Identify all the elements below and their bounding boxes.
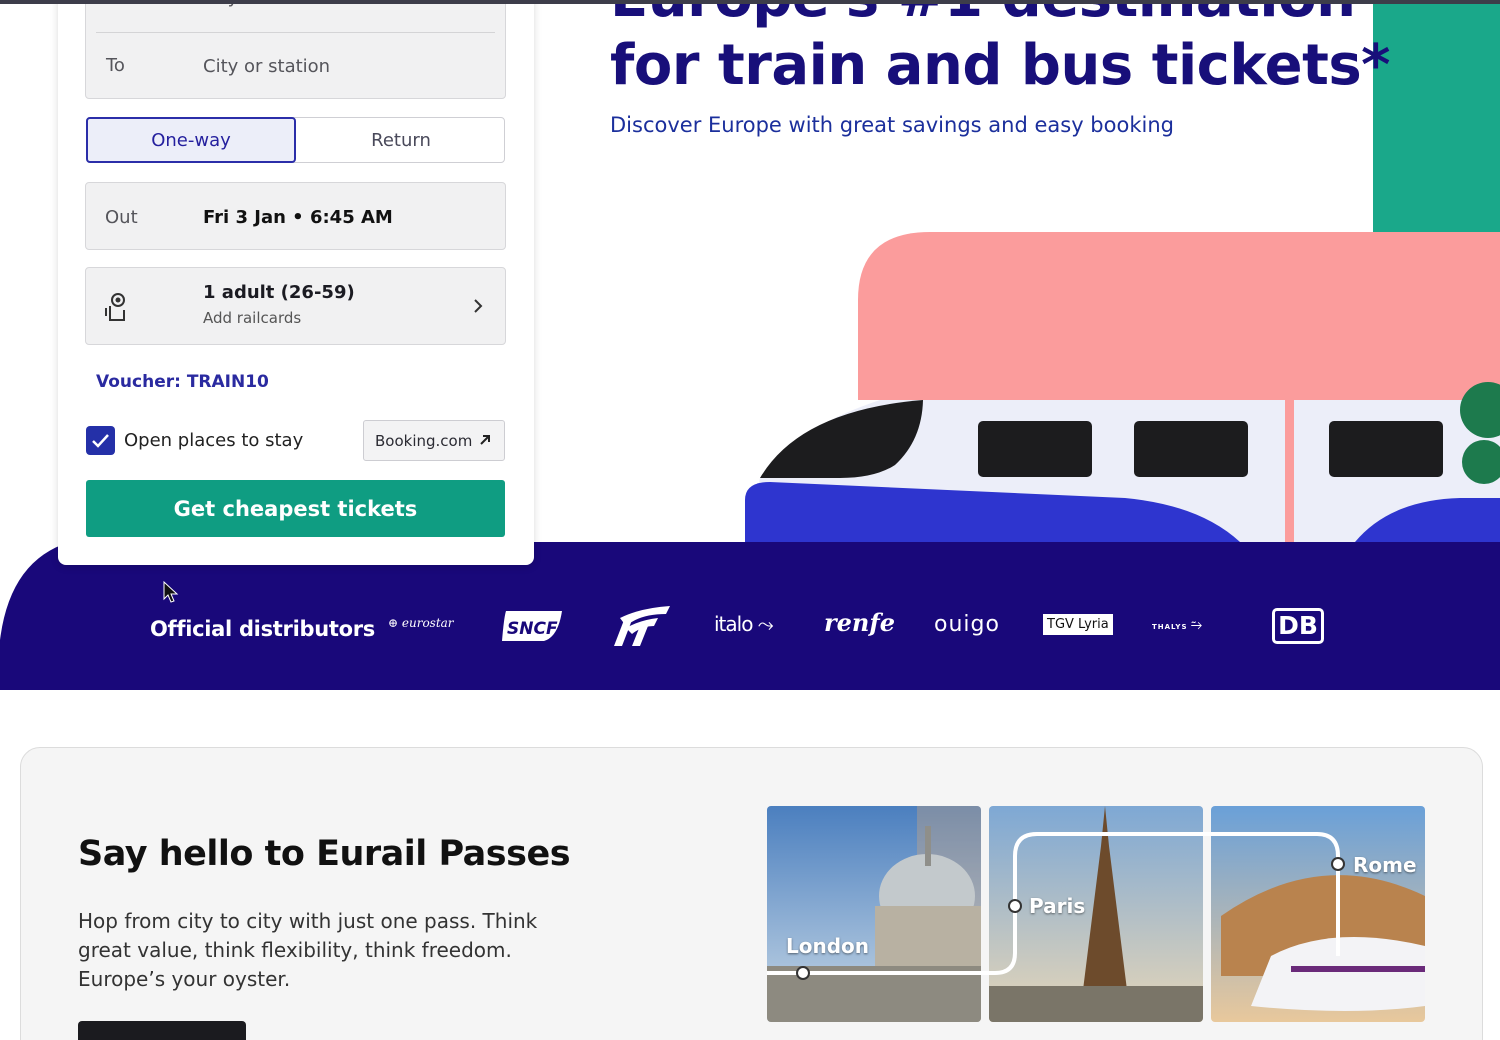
- italo-logo: italo ⤳: [714, 612, 774, 636]
- hero-title: Europe's #1 destination for train and bu…: [610, 0, 1390, 100]
- return-option[interactable]: Return: [296, 117, 506, 163]
- trip-type-toggle: One-way Return: [86, 117, 505, 163]
- db-logo: DB: [1272, 608, 1324, 644]
- origin-destination-group: From City or station To City or station: [85, 0, 506, 99]
- page: Europe's #1 destination for train and bu…: [0, 0, 1500, 1040]
- eurostar-logo: ⊕ eurostar: [388, 616, 454, 630]
- open-places-checkbox[interactable]: [86, 426, 115, 455]
- paris-label: Paris: [1029, 894, 1086, 918]
- distributors-label: Official distributors: [150, 617, 375, 641]
- hero-title-line-1: Europe's #1 destination: [610, 0, 1390, 32]
- booking-com-label: Booking.com: [375, 431, 473, 450]
- eurail-cta-button[interactable]: [78, 1021, 246, 1040]
- eurail-title: Say hello to Eurail Passes: [78, 834, 571, 874]
- route-map-overlay: [767, 832, 1345, 980]
- voucher-code[interactable]: Voucher: TRAIN10: [96, 372, 269, 392]
- trenitalia-logo: [614, 606, 670, 646]
- renfe-logo: renfe: [824, 608, 895, 637]
- one-way-option[interactable]: One-way: [86, 117, 296, 163]
- check-icon: [92, 434, 109, 448]
- passenger-icon: [105, 293, 125, 321]
- mouse-cursor-icon: [163, 581, 179, 603]
- get-cheapest-tickets-button[interactable]: Get cheapest tickets: [86, 480, 505, 537]
- booking-com-link[interactable]: Booking.com: [363, 420, 505, 461]
- hero-title-line-2: for train and bus tickets*: [610, 33, 1390, 98]
- open-places-label: Open places to stay: [124, 430, 304, 451]
- train-roof: [858, 232, 1500, 400]
- train-window: [1134, 421, 1248, 477]
- train-window: [1329, 421, 1443, 477]
- car-gap: [1285, 400, 1294, 542]
- eurail-description: Hop from city to city with just one pass…: [78, 909, 538, 991]
- out-date-value: Fri 3 Jan • 6:45 AM: [203, 207, 393, 228]
- train-window: [978, 421, 1092, 477]
- field-divider: [96, 32, 495, 33]
- add-railcards-label: Add railcards: [203, 309, 302, 327]
- out-label: Out: [105, 207, 138, 228]
- london-label: London: [786, 934, 870, 958]
- passenger-summary: 1 adult (26-59): [203, 282, 355, 303]
- chevron-right-icon: [474, 299, 483, 313]
- hero-subtitle: Discover Europe with great savings and e…: [610, 113, 1174, 137]
- rome-label: Rome: [1353, 853, 1417, 877]
- external-link-icon: [480, 435, 490, 445]
- to-label: To: [106, 55, 125, 76]
- teal-block: [1373, 0, 1500, 232]
- to-input[interactable]: City or station: [203, 56, 330, 77]
- sncf-logo: SNCF: [502, 611, 562, 641]
- svg-text:SNCF: SNCF: [507, 619, 558, 639]
- thalys-logo: THALYS ⥲: [1152, 617, 1204, 633]
- browser-top-edge: [0, 0, 1500, 4]
- tgv-lyria-logo: TGV Lyria: [1043, 614, 1113, 635]
- passengers-field[interactable]: 1 adult (26-59) Add railcards: [85, 267, 506, 345]
- ouigo-logo: ouigo: [934, 612, 1000, 637]
- outbound-date-field[interactable]: Out Fri 3 Jan • 6:45 AM: [85, 182, 506, 250]
